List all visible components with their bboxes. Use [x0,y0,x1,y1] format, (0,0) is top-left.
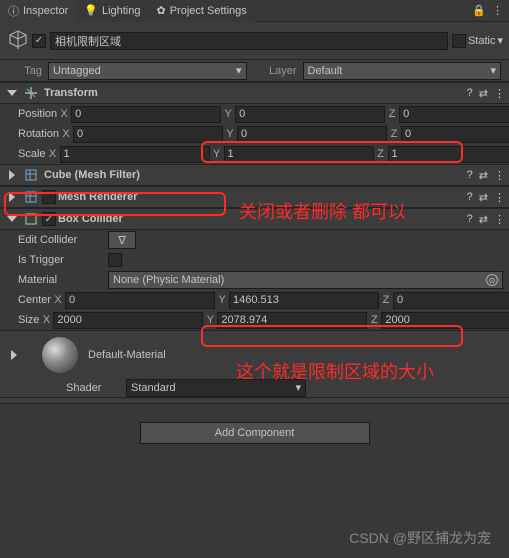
expand-icon[interactable] [11,350,17,360]
chevron-down-icon[interactable]: ▾ [497,34,503,47]
tag-label: Tag [8,65,42,77]
material-preview-icon [42,337,78,373]
menu-icon[interactable]: ⋮ [494,213,505,226]
center-x[interactable] [65,292,215,309]
rot-z[interactable] [401,126,509,143]
material-name: Default-Material [88,349,166,361]
preset-icon[interactable]: ⇄ [479,169,488,182]
scl-z[interactable] [388,146,509,163]
preset-icon[interactable]: ⇄ [479,191,488,204]
scale-label: Scale [18,148,46,160]
chevron-down-icon: ▾ [490,64,496,77]
material-label: Material [18,274,108,286]
menu-icon[interactable]: ⋮ [494,169,505,182]
physic-material-field[interactable]: None (Physic Material)⊙ [108,271,503,289]
preset-icon[interactable]: ⇄ [479,213,488,226]
collider-enabled-checkbox[interactable]: ✓ [42,212,56,226]
center-z[interactable] [393,292,509,309]
trigger-checkbox[interactable] [108,253,122,267]
component-title: Box Collider [58,213,467,225]
center-label: Center [18,294,51,306]
boxcollider-icon [23,211,39,227]
size-label: Size [18,314,39,326]
transform-icon [23,85,39,101]
edit-collider-button[interactable]: ᐁ [108,231,136,249]
help-icon[interactable]: ? [467,213,473,225]
add-component-button[interactable]: Add Component [140,422,370,444]
size-x[interactable] [53,312,203,329]
object-picker-icon[interactable]: ⊙ [486,274,498,286]
position-label: Position [18,108,57,120]
expand-icon[interactable] [9,192,15,202]
gear-icon: ✿ [157,4,166,17]
pos-z[interactable] [399,106,509,123]
gameobject-icon [4,27,32,55]
menu-icon[interactable]: ⋮ [492,4,503,17]
tab-label: Project Settings [170,5,247,17]
help-icon[interactable]: ? [467,87,473,99]
meshrenderer-icon [23,189,39,205]
component-title: Mesh Renderer [58,191,467,203]
watermark: CSDN @野区捕龙为宠 [349,528,491,548]
component-title: Cube (Mesh Filter) [44,169,467,181]
size-y[interactable] [217,312,367,329]
static-label: Static [468,35,496,47]
info-icon: ⓘ [8,3,19,19]
pos-y[interactable] [235,106,385,123]
trigger-label: Is Trigger [18,254,108,266]
edit-collider-label: Edit Collider [18,234,108,246]
tab-project-settings[interactable]: ✿ Project Settings [149,0,255,22]
help-icon[interactable]: ? [467,169,473,181]
pos-x[interactable] [71,106,221,123]
center-y[interactable] [229,292,379,309]
chevron-down-icon: ▾ [295,381,301,394]
renderer-enabled-checkbox[interactable] [42,190,56,204]
component-title: Transform [44,87,467,99]
bulb-icon: 💡 [84,4,98,17]
tag-dropdown[interactable]: Untagged▾ [48,62,247,80]
preset-icon[interactable]: ⇄ [479,87,488,100]
menu-icon[interactable]: ⋮ [494,191,505,204]
expand-icon[interactable] [9,170,15,180]
tab-lighting[interactable]: 💡 Lighting [76,0,148,22]
expand-icon[interactable] [7,216,17,222]
shader-dropdown[interactable]: Standard▾ [126,379,306,397]
rotation-label: Rotation [18,128,59,140]
layer-label: Layer [247,65,297,77]
lock-icon[interactable]: 🔒 [472,4,486,17]
rot-x[interactable] [73,126,223,143]
layer-dropdown[interactable]: Default▾ [303,62,502,80]
tab-label: Lighting [102,5,141,17]
meshfilter-icon [23,167,39,183]
active-checkbox[interactable]: ✓ [32,34,46,48]
tab-label: Inspector [23,5,68,17]
rot-y[interactable] [237,126,387,143]
chevron-down-icon: ▾ [236,64,242,77]
static-checkbox[interactable] [452,34,466,48]
help-icon[interactable]: ? [467,191,473,203]
size-z[interactable] [381,312,509,329]
gameobject-name-input[interactable] [50,32,448,50]
expand-icon[interactable] [7,90,17,96]
tab-inspector[interactable]: ⓘ Inspector [0,0,76,22]
scl-x[interactable] [60,146,210,163]
shader-label: Shader [66,382,126,394]
menu-icon[interactable]: ⋮ [494,87,505,100]
scl-y[interactable] [224,146,374,163]
